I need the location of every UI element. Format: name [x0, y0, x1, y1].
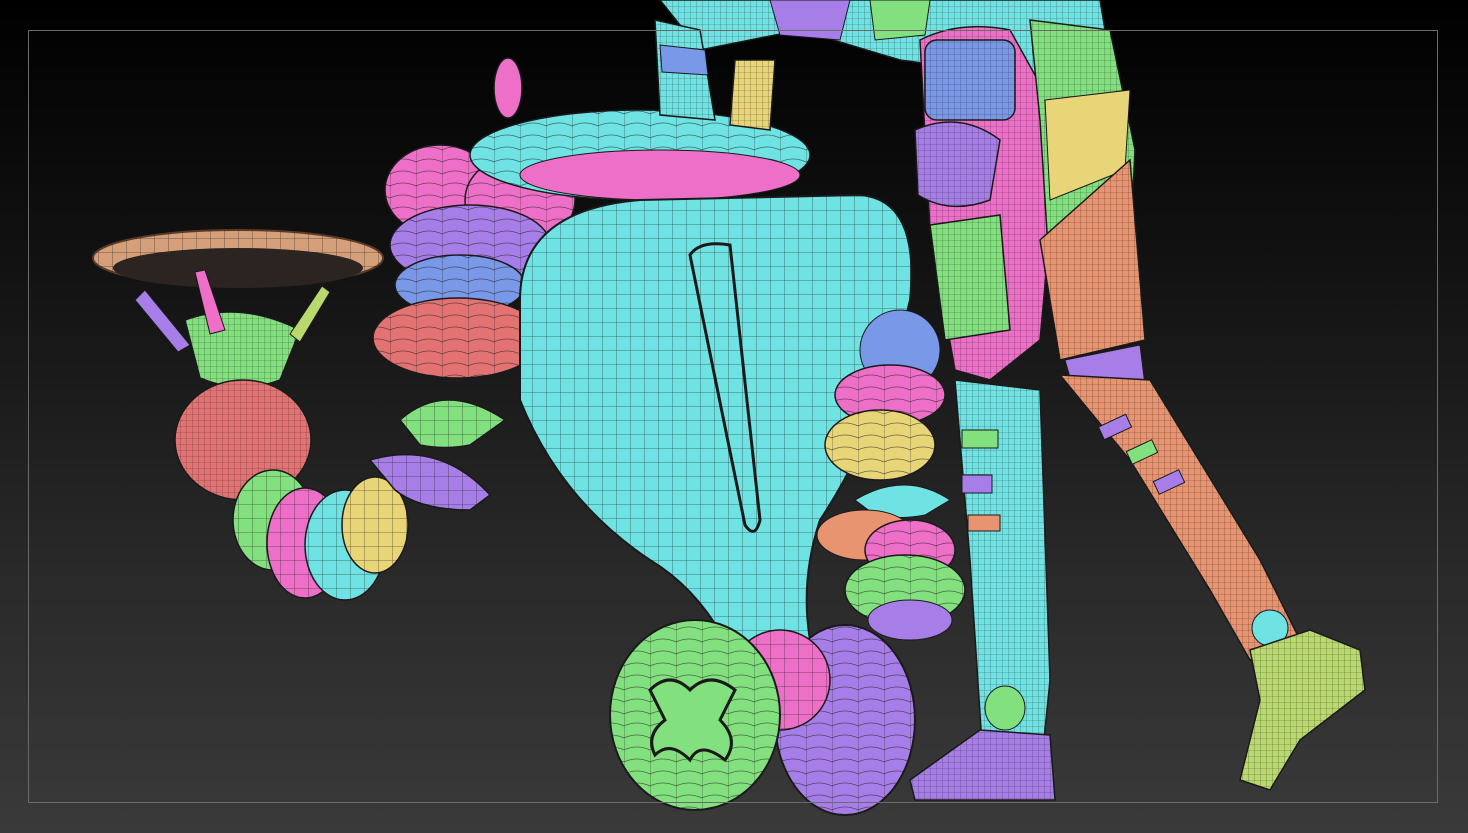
nozzle	[493, 57, 523, 119]
tray	[92, 229, 384, 288]
ankle-joint	[984, 685, 1026, 731]
wheels	[609, 619, 916, 816]
polygroup-render	[92, 0, 1366, 816]
shin-strap	[961, 474, 993, 494]
shin-strap	[967, 514, 1001, 532]
disc-purple	[867, 599, 953, 641]
tray-underside	[113, 248, 363, 288]
character-back-leg	[1029, 19, 1366, 791]
zbrush-viewport[interactable]	[0, 0, 1468, 833]
claw-finger	[134, 289, 191, 353]
torus-inner-pink	[519, 149, 801, 201]
torso-green-strip	[869, 0, 931, 41]
claw-finger	[289, 285, 331, 343]
torso-purple-strip	[769, 0, 851, 41]
wrist-band	[659, 44, 709, 76]
segmented-arm	[174, 379, 409, 601]
shin-strap	[961, 429, 999, 449]
